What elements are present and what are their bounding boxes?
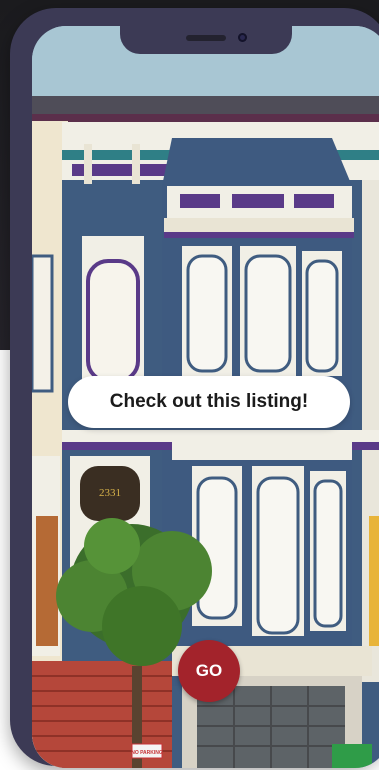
phone-screen: 2331 NO PARKING Check out this listing! … [32, 26, 379, 768]
listing-prompt-text: Check out this listing! [109, 391, 309, 412]
listing-prompt-bubble: Check out this listing! [68, 376, 350, 428]
go-button-label: GO [195, 661, 223, 680]
house-number: 2331 [99, 487, 121, 499]
phone-notch [120, 22, 292, 54]
speaker-icon [186, 35, 226, 41]
no-parking-sign: NO PARKING [131, 750, 163, 756]
phone-mockup: 2331 NO PARKING Check out this listing! … [10, 8, 379, 768]
go-button[interactable]: GO [178, 640, 240, 702]
front-camera-icon [238, 33, 247, 42]
